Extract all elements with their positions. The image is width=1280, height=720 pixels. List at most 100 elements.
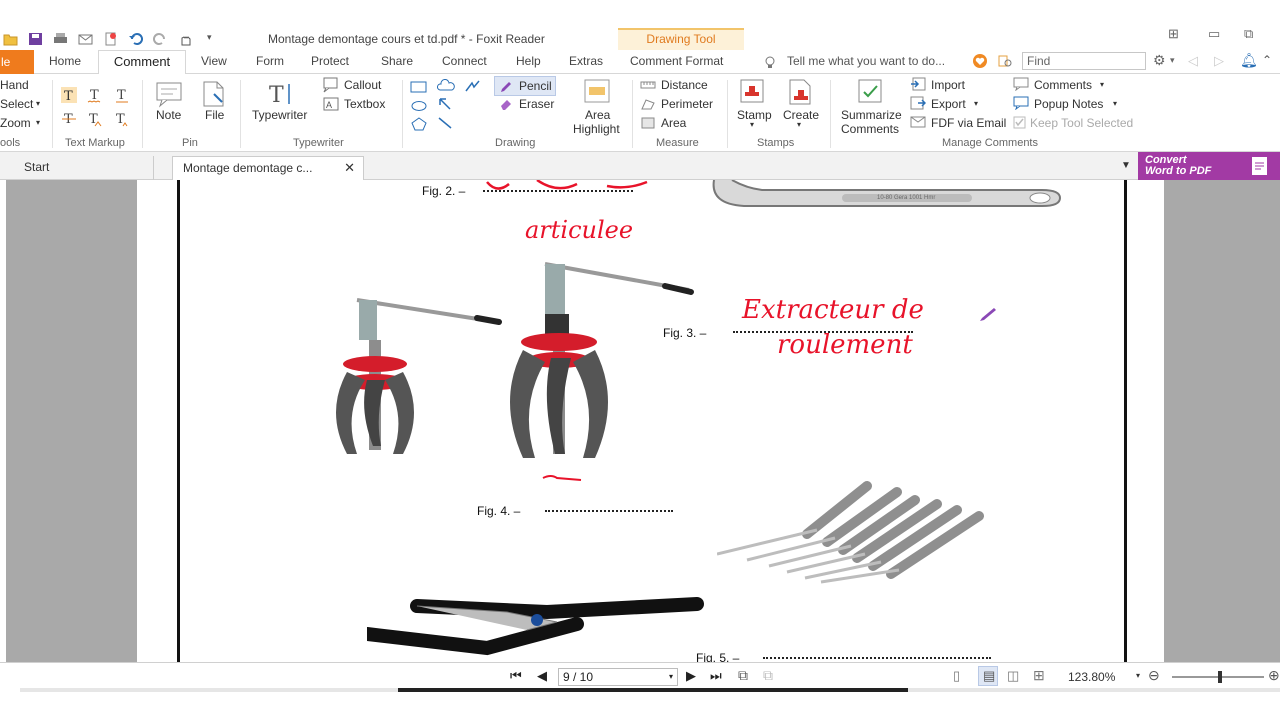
tab-file[interactable]: le bbox=[0, 50, 34, 74]
tab-form[interactable]: Form bbox=[256, 54, 284, 68]
horizontal-scrollbar[interactable] bbox=[20, 688, 1280, 692]
area-highlight-button-line1[interactable]: Area bbox=[585, 108, 610, 122]
next-view-icon[interactable]: ⧉ bbox=[763, 667, 773, 684]
polyline-icon[interactable] bbox=[464, 79, 480, 93]
stamp-button[interactable]: Stamp bbox=[737, 108, 772, 122]
summarize-button-line2[interactable]: Comments bbox=[841, 122, 899, 136]
import-button[interactable]: Import bbox=[931, 78, 965, 92]
select-tool[interactable]: Select bbox=[0, 97, 33, 111]
tab-connect[interactable]: Connect bbox=[442, 54, 487, 68]
document-view[interactable]: Fig. 2. – articulee 10-80 Gera 1001 Hmr bbox=[6, 180, 1280, 662]
save-icon[interactable] bbox=[28, 32, 43, 46]
popup-notes-button[interactable]: Popup Notes bbox=[1034, 97, 1103, 111]
tell-me-input[interactable]: Tell me what you want to do... bbox=[787, 54, 945, 68]
customize-qa-icon[interactable]: ▾ bbox=[207, 32, 222, 46]
stamp-icon[interactable] bbox=[738, 78, 768, 106]
email-icon[interactable] bbox=[78, 32, 93, 46]
comments-icon[interactable] bbox=[1013, 77, 1029, 91]
insert-text-icon[interactable]: T bbox=[113, 110, 131, 128]
cloud-icon[interactable] bbox=[437, 79, 455, 93]
callout-icon[interactable] bbox=[323, 77, 339, 93]
previous-view-icon[interactable]: ⧉ bbox=[738, 667, 748, 684]
stamp-dropdown-icon[interactable]: ▾ bbox=[750, 120, 754, 129]
perimeter-icon[interactable] bbox=[640, 97, 656, 111]
forward-arrow-icon[interactable]: ▷ bbox=[1214, 53, 1224, 69]
comments-dropdown-icon[interactable]: ▾ bbox=[1100, 80, 1104, 89]
zoom-slider[interactable] bbox=[1172, 671, 1264, 683]
minimize-icon[interactable]: ▭ bbox=[1208, 26, 1220, 42]
popup-notes-icon[interactable] bbox=[1013, 96, 1029, 110]
squiggly-text-icon[interactable]: T bbox=[86, 86, 104, 104]
area-button[interactable]: Area bbox=[661, 116, 686, 130]
summarize-comments-icon[interactable] bbox=[856, 78, 886, 106]
tab-help[interactable]: Help bbox=[516, 54, 541, 68]
summarize-button-line1[interactable]: Summarize bbox=[841, 108, 902, 122]
keep-tool-selected-checkbox[interactable]: Keep Tool Selected bbox=[1030, 116, 1133, 130]
callout-button[interactable]: Callout bbox=[344, 78, 381, 92]
collapse-ribbon-icon[interactable]: ⌃ bbox=[1262, 53, 1272, 67]
find-input[interactable]: Find bbox=[1022, 52, 1146, 70]
drawing-tool-context-tab[interactable]: Drawing Tool bbox=[618, 28, 744, 50]
export-icon[interactable] bbox=[910, 96, 926, 110]
close-tab-icon[interactable]: ✕ bbox=[344, 157, 355, 179]
gear-icon[interactable]: ⚙ bbox=[1153, 52, 1166, 69]
line-icon[interactable] bbox=[437, 116, 453, 130]
fdf-via-email-button[interactable]: FDF via Email bbox=[931, 116, 1006, 130]
hand-tool[interactable]: Hand bbox=[0, 78, 29, 92]
tab-extras[interactable]: Extras bbox=[569, 54, 603, 68]
tab-home[interactable]: Home bbox=[49, 54, 81, 68]
tab-view[interactable]: View bbox=[201, 54, 227, 68]
strikeout-text-icon[interactable]: T bbox=[60, 110, 78, 128]
create-dropdown-icon[interactable]: ▾ bbox=[797, 120, 801, 129]
textbox-button[interactable]: Textbox bbox=[344, 97, 385, 111]
tab-share[interactable]: Share bbox=[381, 54, 413, 68]
zoom-level[interactable]: 123.80% bbox=[1068, 670, 1115, 684]
chevron-down-icon[interactable]: ▾ bbox=[1170, 55, 1175, 66]
file-attach-icon[interactable] bbox=[198, 80, 228, 108]
tab-protect[interactable]: Protect bbox=[311, 54, 349, 68]
eraser-button[interactable]: Eraser bbox=[519, 97, 554, 111]
heart-icon[interactable] bbox=[972, 53, 988, 69]
back-arrow-icon[interactable]: ◁ bbox=[1188, 53, 1198, 69]
horizontal-scrollbar-thumb[interactable] bbox=[398, 688, 908, 692]
rectangle-icon[interactable] bbox=[410, 80, 428, 94]
area-measure-icon[interactable] bbox=[640, 116, 656, 130]
popup-notes-dropdown-icon[interactable]: ▾ bbox=[1113, 99, 1117, 108]
replace-text-icon[interactable]: T bbox=[86, 110, 104, 128]
restore-icon[interactable]: ⧉ bbox=[1244, 26, 1253, 42]
note-button[interactable]: Note bbox=[156, 108, 181, 122]
open-icon[interactable] bbox=[3, 32, 18, 46]
bell-icon[interactable]: 🔔︎ bbox=[1240, 52, 1258, 69]
file-button[interactable]: File bbox=[205, 108, 224, 122]
convert-word-to-pdf-button[interactable]: Convert Word to PDF bbox=[1138, 152, 1280, 180]
new-icon[interactable] bbox=[103, 32, 118, 46]
zoom-dropdown-icon[interactable]: ▾ bbox=[1136, 671, 1140, 680]
hand-tool-qa-icon[interactable] bbox=[178, 32, 193, 46]
oval-icon[interactable] bbox=[410, 99, 428, 113]
import-icon[interactable] bbox=[910, 77, 926, 91]
comments-button[interactable]: Comments bbox=[1034, 78, 1092, 92]
keep-tool-checkbox-icon[interactable] bbox=[1013, 116, 1026, 129]
polygon-icon[interactable] bbox=[410, 117, 428, 131]
fdf-email-icon[interactable] bbox=[910, 115, 926, 129]
distance-icon[interactable] bbox=[640, 78, 656, 92]
undo-icon[interactable] bbox=[128, 32, 143, 46]
export-dropdown-icon[interactable]: ▾ bbox=[974, 99, 978, 108]
select-dropdown-icon[interactable]: ▾ bbox=[36, 99, 40, 108]
print-icon[interactable] bbox=[53, 32, 68, 46]
last-page-icon[interactable]: ⏭ bbox=[710, 668, 722, 684]
zoom-tool[interactable]: Zoom bbox=[0, 116, 31, 130]
create-stamp-button[interactable]: Create bbox=[783, 108, 819, 122]
highlight-text-icon[interactable]: T bbox=[60, 86, 78, 104]
area-highlight-icon[interactable] bbox=[583, 78, 613, 106]
eraser-icon[interactable] bbox=[499, 97, 513, 111]
facing-page-icon[interactable]: ◫ bbox=[1007, 668, 1019, 684]
zoom-dropdown-icon[interactable]: ▾ bbox=[36, 118, 40, 127]
zoom-in-icon[interactable]: ⊕ bbox=[1268, 667, 1280, 684]
continuous-page-button[interactable]: ▤ bbox=[978, 666, 998, 686]
zoom-out-icon[interactable]: ⊖ bbox=[1148, 667, 1160, 684]
continuous-facing-icon[interactable]: ⊞ bbox=[1033, 667, 1045, 684]
pencil-tool-active[interactable]: Pencil bbox=[494, 76, 556, 96]
zoom-slider-thumb[interactable] bbox=[1218, 671, 1222, 683]
export-button[interactable]: Export bbox=[931, 97, 966, 111]
